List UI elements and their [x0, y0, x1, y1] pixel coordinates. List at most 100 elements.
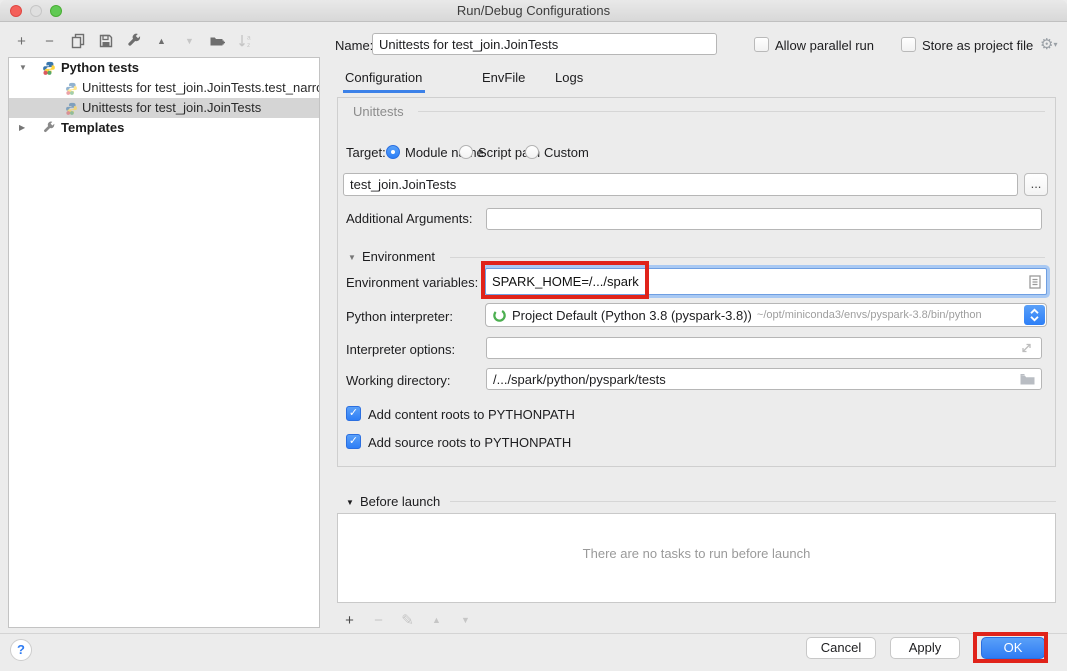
environment-variables-field[interactable]	[485, 268, 1047, 295]
arrow-up-icon: ▲	[157, 36, 166, 46]
allow-parallel-run-checkbox[interactable]	[754, 37, 769, 52]
add-task-button[interactable]: +	[341, 612, 358, 629]
environment-expander-icon[interactable]: ▼	[348, 253, 356, 262]
before-launch-toolbar: + − ✎ ▲ ▼	[341, 610, 474, 630]
window-title: Run/Debug Configurations	[0, 3, 1067, 18]
ok-button[interactable]: OK	[981, 637, 1045, 659]
arrow-down-icon: ▼	[185, 36, 194, 46]
expander-icon[interactable]: ▶	[19, 118, 25, 138]
configurations-tree: ▼ Python tests Unittests for test_join.J…	[8, 57, 320, 628]
new-folder-button[interactable]	[209, 33, 226, 50]
interpreter-value: Project Default (Python 3.8 (pyspark-3.8…	[512, 308, 752, 323]
move-up-button[interactable]: ▲	[153, 33, 170, 50]
environment-variables-input[interactable]	[486, 274, 1046, 289]
tree-item-unittests-jointests-selected[interactable]: Unittests for test_join.JoinTests	[9, 98, 319, 118]
before-launch-tasks-list[interactable]: There are no tasks to run before launch	[337, 513, 1056, 603]
new-folder-icon	[209, 33, 226, 49]
edit-task-button[interactable]: ✎	[399, 612, 416, 629]
title-bar: Run/Debug Configurations	[0, 0, 1067, 22]
additional-arguments-label: Additional Arguments:	[346, 211, 472, 226]
plus-icon: +	[17, 33, 26, 50]
additional-arguments-input[interactable]	[486, 208, 1042, 230]
name-input[interactable]	[372, 33, 717, 55]
add-source-roots-checkbox[interactable]: ✓	[346, 434, 361, 449]
interpreter-options-input[interactable]	[486, 337, 1042, 359]
footer-divider	[0, 633, 1067, 634]
target-custom-label: Custom	[544, 145, 589, 160]
python-interpreter-select[interactable]: Project Default (Python 3.8 (pyspark-3.8…	[485, 303, 1047, 327]
tab-configuration[interactable]: Configuration	[345, 70, 422, 90]
apply-button[interactable]: Apply	[890, 637, 960, 659]
env-vars-list-icon[interactable]	[1029, 275, 1041, 289]
tree-item-unittests-test-narrow[interactable]: Unittests for test_join.JoinTests.test_n…	[9, 78, 319, 98]
tab-logs[interactable]: Logs	[555, 70, 583, 90]
copy-configuration-button[interactable]	[69, 33, 86, 50]
target-custom-radio[interactable]	[525, 145, 539, 159]
tree-item-python-tests[interactable]: ▼ Python tests	[9, 58, 319, 78]
configuration-panel: Unittests Target: Module name Script pat…	[337, 97, 1056, 467]
run-debug-configurations-dialog: Run/Debug Configurations + − ▲ ▼ az ▼ Py	[0, 0, 1067, 671]
name-label: Name:	[335, 38, 373, 53]
python-test-config-icon	[65, 78, 78, 98]
working-directory-label: Working directory:	[346, 373, 451, 388]
minus-icon: −	[45, 33, 54, 50]
sort-az-icon: az	[238, 33, 254, 49]
tree-item-templates[interactable]: ▶ Templates	[9, 118, 319, 138]
folder-browse-icon[interactable]	[1020, 373, 1035, 385]
add-content-roots-checkbox[interactable]: ✓	[346, 406, 361, 421]
remove-task-button[interactable]: −	[370, 612, 387, 629]
section-divider	[450, 501, 1056, 502]
add-content-roots-label: Add content roots to PYTHONPATH	[368, 407, 575, 422]
expand-field-icon[interactable]	[1020, 342, 1033, 355]
store-as-project-file-checkbox[interactable]	[901, 37, 916, 52]
templates-wrench-icon	[42, 118, 56, 138]
sort-configurations-button[interactable]: az	[237, 33, 254, 50]
interpreter-path: ~/opt/miniconda3/envs/pyspark-3.8/bin/py…	[757, 309, 982, 321]
tab-envfile[interactable]: EnvFile	[482, 70, 525, 90]
combo-spinner-icon[interactable]	[1024, 305, 1045, 325]
remove-configuration-button[interactable]: −	[41, 33, 58, 50]
python-tests-icon	[42, 58, 56, 78]
store-as-project-file-label: Store as project file	[922, 38, 1033, 53]
svg-text:z: z	[247, 42, 250, 49]
section-divider	[450, 257, 1045, 258]
expander-icon[interactable]: ▼	[19, 58, 27, 78]
working-directory-input[interactable]	[486, 368, 1042, 390]
check-icon: ✓	[347, 435, 360, 448]
minus-icon: −	[374, 612, 383, 629]
before-launch-empty-text: There are no tasks to run before launch	[338, 546, 1055, 561]
target-script-path-radio[interactable]	[459, 145, 473, 159]
arrow-down-icon: ▼	[461, 615, 470, 625]
svg-text:a: a	[247, 35, 251, 42]
before-launch-section-title: Before launch	[360, 494, 440, 509]
target-input[interactable]	[343, 173, 1018, 196]
browse-target-button[interactable]: ...	[1024, 173, 1048, 196]
conda-env-icon	[492, 308, 507, 323]
move-down-button[interactable]: ▼	[181, 33, 198, 50]
cancel-button[interactable]: Cancel	[806, 637, 876, 659]
gear-icon: ⚙	[1040, 36, 1053, 53]
before-launch-expander-icon[interactable]: ▼	[346, 498, 354, 507]
python-test-config-icon	[65, 98, 78, 118]
move-task-down-button[interactable]: ▼	[457, 612, 474, 629]
pencil-icon: ✎	[401, 611, 414, 629]
help-button[interactable]: ?	[10, 639, 32, 661]
target-module-name-radio[interactable]	[386, 145, 400, 159]
unittests-section-title: Unittests	[353, 104, 404, 119]
allow-parallel-run-label: Allow parallel run	[775, 38, 874, 53]
save-configuration-button[interactable]	[97, 33, 114, 50]
store-options-gear-button[interactable]: ⚙▾	[1040, 35, 1057, 53]
section-divider	[418, 111, 1045, 112]
copy-icon	[70, 33, 86, 49]
edit-templates-button[interactable]	[125, 33, 142, 50]
plus-icon: +	[345, 612, 354, 629]
add-configuration-button[interactable]: +	[13, 33, 30, 50]
tree-item-label: Python tests	[61, 58, 139, 78]
move-task-up-button[interactable]: ▲	[428, 612, 445, 629]
save-icon	[98, 33, 114, 49]
environment-variables-label: Environment variables:	[346, 275, 478, 290]
check-icon: ✓	[347, 407, 360, 420]
active-tab-indicator	[343, 90, 425, 93]
arrow-up-icon: ▲	[432, 615, 441, 625]
interpreter-options-label: Interpreter options:	[346, 342, 455, 357]
